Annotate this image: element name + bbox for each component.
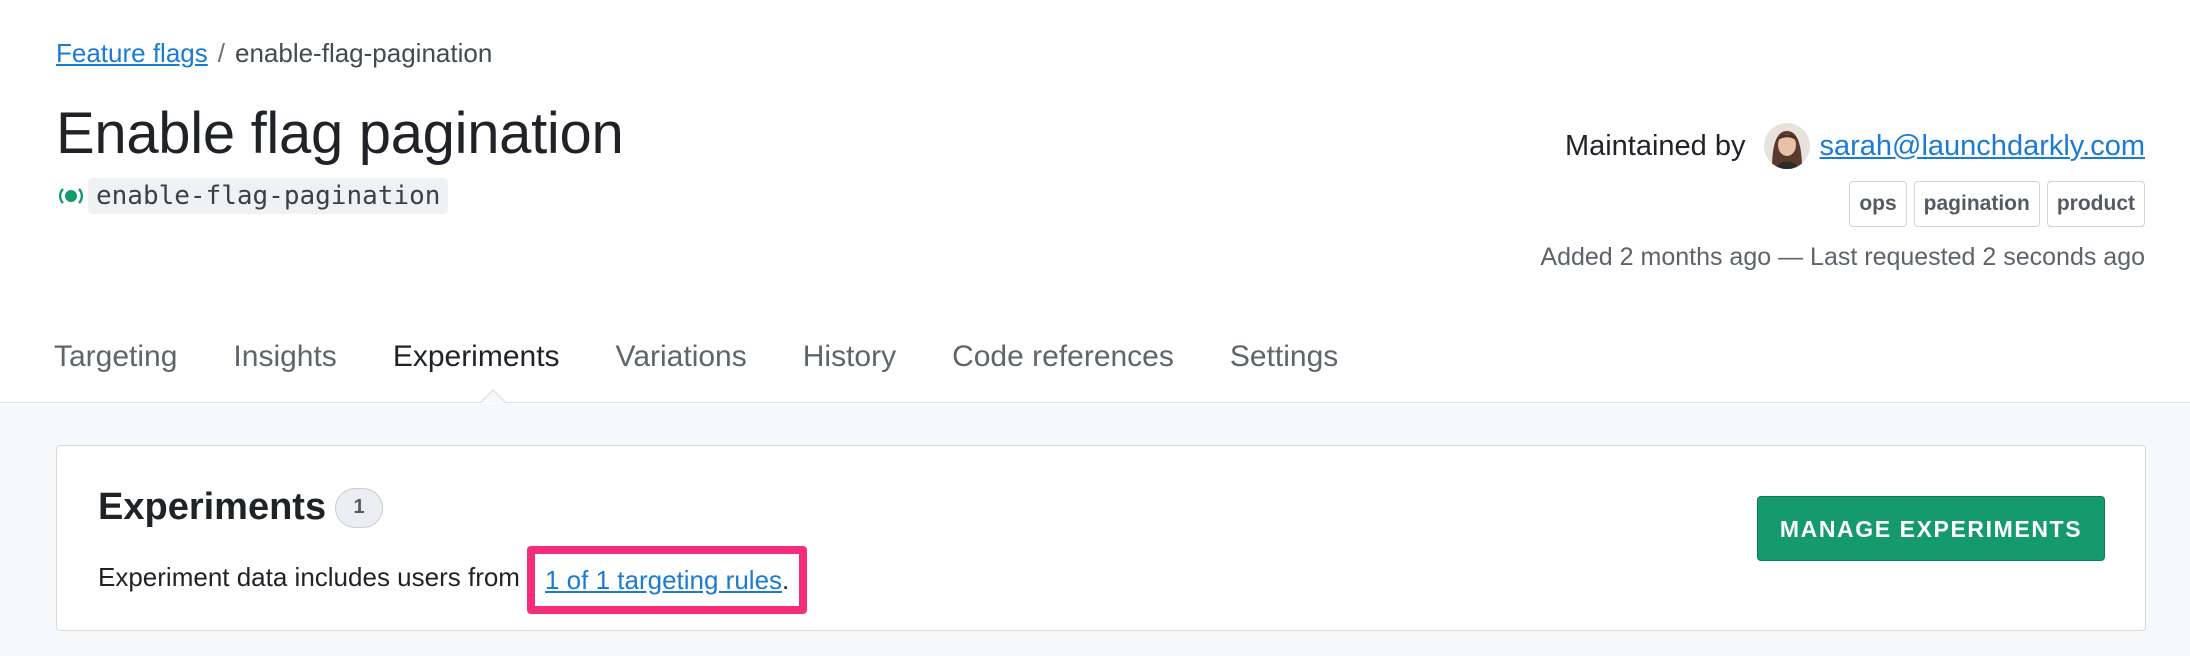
flag-key-row: enable-flag-pagination bbox=[56, 177, 449, 215]
avatar bbox=[1763, 123, 1810, 169]
page-title: Enable flag pagination bbox=[56, 101, 624, 166]
maintainer: Maintained by sarah@launchdarkly.com bbox=[1565, 122, 2145, 170]
breadcrumb-current: enable-flag-pagination bbox=[234, 38, 493, 68]
experiments-card-title: Experiments bbox=[98, 486, 327, 528]
experiments-description: Experiment data includes users from bbox=[98, 562, 520, 592]
tab-history[interactable]: History bbox=[803, 340, 896, 374]
tab-insights[interactable]: Insights bbox=[233, 340, 336, 374]
tag-product[interactable]: product bbox=[2046, 181, 2145, 227]
breadcrumb-separator: / bbox=[217, 38, 225, 68]
targeting-rules-link[interactable]: 1 of 1 targeting rules bbox=[545, 565, 782, 596]
flag-tabs: Targeting Insights Experiments Variation… bbox=[54, 340, 1394, 374]
tab-code-references[interactable]: Code references bbox=[952, 340, 1174, 374]
tag-pagination[interactable]: pagination bbox=[1913, 181, 2040, 227]
flag-key[interactable]: enable-flag-pagination bbox=[88, 178, 449, 214]
manage-experiments-button[interactable]: MANAGE EXPERIMENTS bbox=[1757, 496, 2105, 561]
tab-experiments[interactable]: Experiments bbox=[393, 340, 560, 374]
experiments-card: Experiments 1 Experiment data includes u… bbox=[56, 445, 2146, 631]
maintainer-label: Maintained by bbox=[1564, 129, 1746, 162]
flag-meta-line: Added 2 months ago — Last requested 2 se… bbox=[1540, 243, 2145, 271]
breadcrumb-feature-flags-link[interactable]: Feature flags bbox=[56, 38, 208, 68]
experiments-count-badge: 1 bbox=[335, 488, 383, 528]
breadcrumb: Feature flags / enable-flag-pagination bbox=[56, 38, 492, 69]
tab-variations[interactable]: Variations bbox=[616, 340, 747, 374]
active-tab-indicator bbox=[479, 389, 507, 403]
description-period: . bbox=[782, 564, 790, 595]
tag-ops[interactable]: ops bbox=[1849, 181, 1907, 227]
tab-targeting[interactable]: Targeting bbox=[54, 340, 177, 374]
tag-list: ops pagination product bbox=[1849, 181, 2145, 227]
live-status-icon bbox=[56, 181, 86, 211]
tab-settings[interactable]: Settings bbox=[1230, 340, 1338, 374]
maintainer-email-link[interactable]: sarah@launchdarkly.com bbox=[1820, 130, 2146, 163]
targeting-rules-highlight: 1 of 1 targeting rules. bbox=[527, 546, 808, 614]
flag-header: Feature flags / enable-flag-pagination Ena… bbox=[0, 0, 2190, 403]
experiments-panel: Experiments 1 Experiment data includes u… bbox=[0, 404, 2190, 656]
